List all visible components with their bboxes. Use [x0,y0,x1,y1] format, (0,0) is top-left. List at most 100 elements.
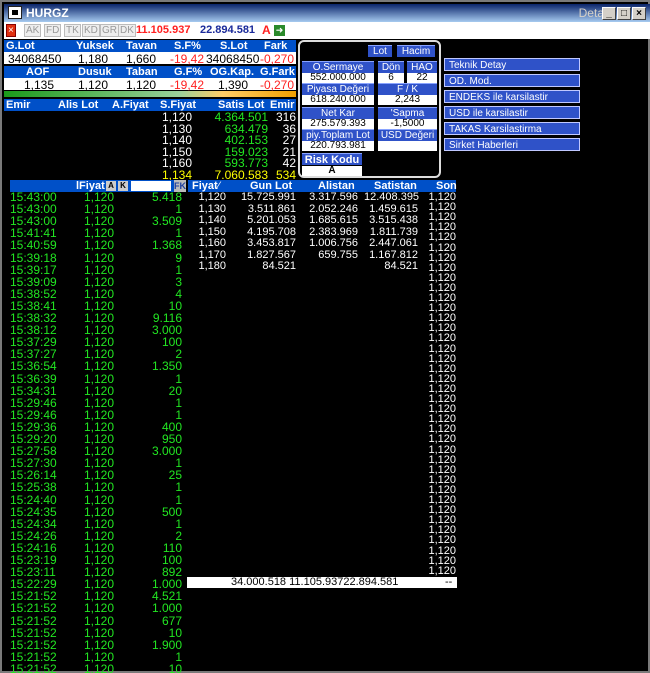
piyasa-label: Piyasa Değeri [302,83,374,95]
sapma-label: 'Sapma [378,107,437,119]
trade-row[interactable]: 15:24:40 1,120 1 [10,492,182,507]
trade-time: 15:24:35 [10,504,57,519]
orderbook-row[interactable]: 1,120 15.725.991 3.317.596 12.408.395 [188,192,424,203]
lot-button[interactable]: Lot [368,45,392,57]
depth-row[interactable]: 1,134 7.060.583 534 [4,167,296,182]
teknik-detay-button[interactable]: Teknik Detay [444,58,580,71]
tavan-label: Tavan [126,40,157,52]
minimize-icon[interactable]: _ [602,7,616,20]
trade-price: 1,120 [83,601,114,616]
title-bar[interactable]: HURGZ Detay _ □ × [4,4,650,22]
son-value: 1,120 [428,534,456,547]
trade-price: 1,120 [83,480,114,495]
trade-lot: 5.418 [151,190,182,204]
app-window: HURGZ Detay _ □ × × AK FD TK KD GR DK 11… [0,0,650,673]
trade-lot: 677 [161,613,182,628]
trade-row[interactable]: 15:21:52 1,120 677 [10,613,182,628]
kd-button[interactable]: KD [82,24,100,37]
ob-satistan: 2.447.061 [369,237,418,249]
orderbook-row[interactable]: 1,130 3.511.861 2.052.246 1.459.615 [188,202,424,215]
usd-compare-button[interactable]: USD ile karsilastir [444,106,580,119]
takas-compare-button[interactable]: TAKAS Karsilastirma [444,122,580,135]
trade-lot: 100 [161,335,182,350]
orderbook-row[interactable]: 1,170 1.827.567 659.755 1.167.812 [188,249,424,261]
orderbook-row[interactable]: 1,160 3.453.817 1.006.756 2.447.061 [188,238,424,249]
trade-row[interactable]: 15:25:38 1,120 1 [10,480,182,495]
endeks-compare-button[interactable]: ENDEKS ile karsilastir [444,90,580,103]
trade-time: 15:39:18 [10,250,57,265]
trade-row[interactable]: 15:21:52 1,120 1.000 [10,601,182,616]
toolbar-value-2: 22.894.581 [200,24,256,36]
trade-lot: 1 [175,516,182,531]
trade-row[interactable]: 15:36:54 1,120 1.350 [10,359,182,374]
gfark-label: G.Fark [260,66,295,78]
trade-row[interactable]: 15:21:52 1,120 10 [10,663,182,673]
trade-lot: 3.000 [151,444,182,459]
hacim-button[interactable]: Hacim [397,45,435,57]
trade-price: 1,120 [83,613,114,628]
trade-lot: 1.368 [151,238,182,253]
gr-button[interactable]: GR [100,24,119,37]
trade-price: 1,120 [83,504,114,519]
trade-row[interactable]: 15:34:31 1,120 20 [10,385,182,397]
hao-label: HAO [407,61,437,73]
header-row-1: G.Lot Yuksek Tavan S.F% S.Lot Fark [4,40,296,52]
fark-label: Fark [264,40,288,52]
risk-value: A [302,166,362,176]
sirket-haberleri-button[interactable]: Sirket Haberleri [444,138,580,151]
hao-value: 22 [407,73,437,83]
dk-button[interactable]: DK [118,24,136,37]
ob-alistan: 1.685.615 [309,214,358,226]
trade-price: 1,120 [83,359,114,374]
app-icon [8,6,22,19]
ob-satistan: 1.459.615 [369,202,418,215]
ob-gunlot: 84.521 [262,260,296,272]
trades-k-button[interactable]: K [118,181,128,191]
tk-button[interactable]: TK [64,24,81,37]
orderbook-totals: 34.000.518 11.105.93722.894.581 -- [187,577,457,588]
trade-price: 1,120 [83,250,114,265]
toolbar-a-label[interactable]: A [262,23,271,37]
trade-time: 15:24:40 [10,492,57,507]
ob-satistan: 1.811.739 [369,225,418,238]
od-mod-button[interactable]: OD. Mod. [444,74,580,87]
trade-row[interactable]: 15:36:39 1,120 1 [10,373,182,385]
trade-row[interactable]: 15:39:17 1,120 1 [10,264,182,276]
sapma-value: -1,5000 [378,119,437,129]
toolbar: × AK FD TK KD GR DK 11.105.937 22.894.58… [4,22,650,39]
depth-satislot: 7.060.583 [214,167,268,182]
orderbook-row[interactable]: 1,140 5.201.053 1.685.615 3.515.438 [188,215,424,226]
trade-row[interactable]: 15:39:18 1,120 9 [10,250,182,265]
usd-label[interactable]: USD Değeri [378,129,437,141]
arrow-right-icon[interactable]: ➜ [274,25,285,36]
trade-lot: 1 [175,480,182,495]
son-value: 1,120 [428,332,456,345]
slot-label: S.Lot [220,40,248,52]
fd-button[interactable]: FD [44,24,62,37]
gf-value: -19,42 [170,78,205,92]
yuksek-label: Yuksek [76,40,114,52]
orderbook-row[interactable]: 1,150 4.195.708 2.383.969 1.811.739 [188,225,424,238]
son-value: 1,120 [428,443,456,456]
ak-button[interactable]: AK [24,24,42,37]
ob-fiyat: 1,160 [198,237,226,249]
trade-time: 15:21:52 [10,613,57,628]
trade-row[interactable]: 15:21:52 1,120 10 [10,625,182,640]
trade-row[interactable]: 15:40:59 1,120 1.368 [10,238,182,253]
trade-lot: 3.509 [151,214,182,229]
trade-row[interactable]: 15:24:35 1,120 500 [10,504,182,519]
depth-sfiyat: 1,134 [162,167,193,182]
aof-label: AOF [26,66,50,78]
ob-gunlot: 3.453.817 [247,237,296,249]
trade-lot: 25 [168,468,182,483]
close-icon[interactable]: × [632,7,646,20]
piyasa-value: 618.240.000 [302,95,374,105]
trade-price: 1,120 [83,625,114,640]
son-value: 1,120 [428,241,456,254]
glot-label: G.Lot [6,40,35,52]
close-x-icon[interactable]: × [6,24,16,37]
totals-mark: -- [445,576,453,588]
orderbook-row[interactable]: 1,180 84.521 84.521 [188,261,424,272]
maximize-icon[interactable]: □ [617,7,631,20]
trade-time: 15:36:54 [10,359,57,374]
